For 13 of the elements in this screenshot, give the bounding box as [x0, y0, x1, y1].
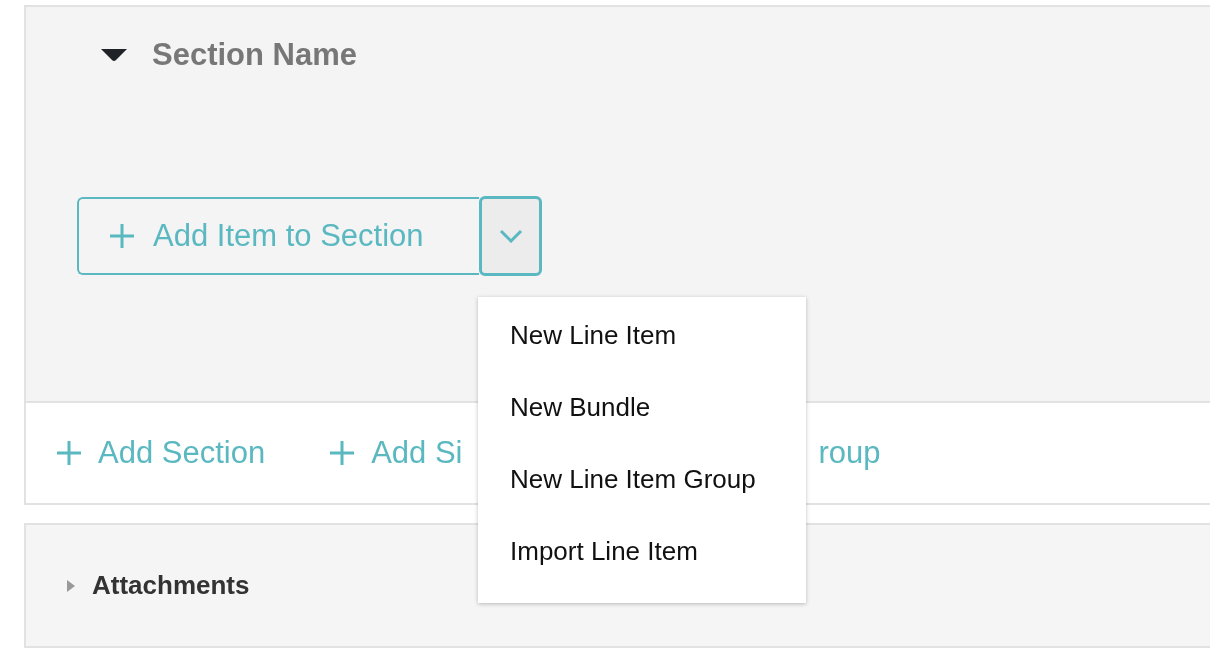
caret-right-icon[interactable] [66, 577, 76, 594]
attachments-title: Attachments [92, 570, 250, 601]
menu-item[interactable]: Import Line Item [478, 523, 806, 595]
section-title: Section Name [152, 37, 357, 73]
plus-icon [56, 440, 82, 466]
menu-item[interactable]: New Bundle [478, 379, 806, 451]
menu-item[interactable]: New Line Item [478, 307, 806, 379]
plus-icon [329, 440, 356, 466]
dropdown-toggle[interactable] [479, 196, 542, 276]
caret-down-icon[interactable] [100, 47, 128, 63]
chevron-down-icon [498, 229, 523, 243]
plus-icon [109, 223, 135, 249]
menu-item[interactable]: New Line Item Group [478, 451, 806, 523]
